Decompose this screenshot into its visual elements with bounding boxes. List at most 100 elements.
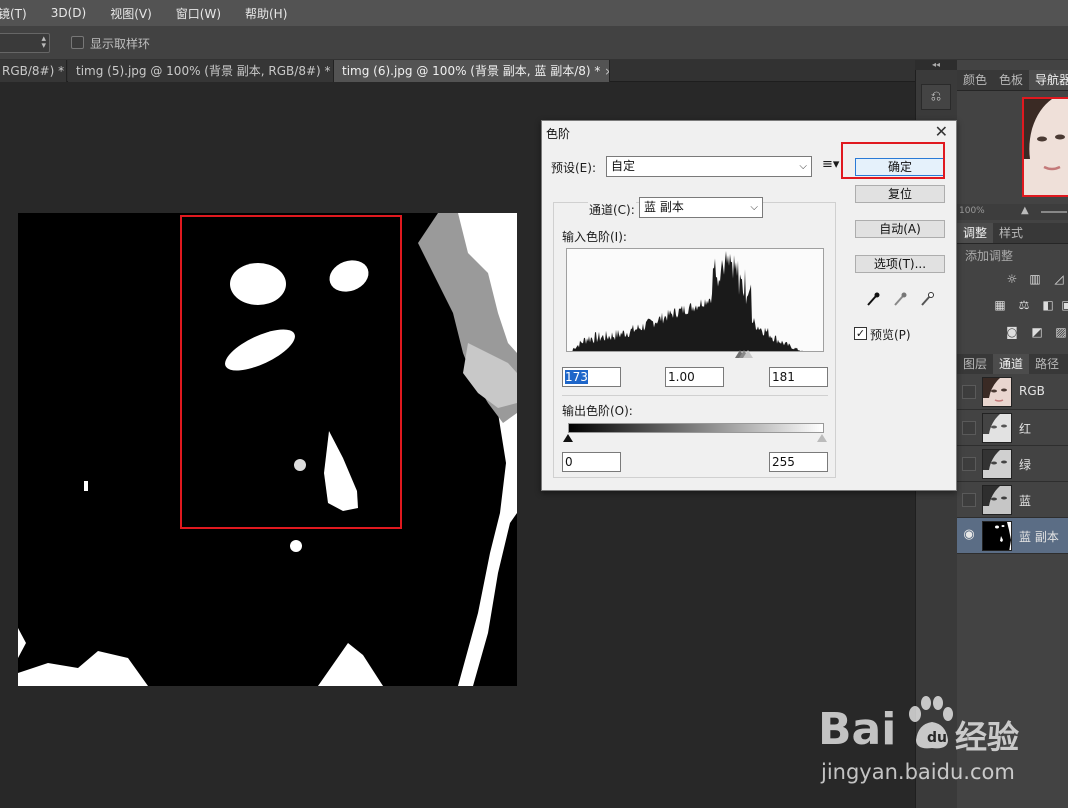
channel-thumbnail-blue-copy: [982, 521, 1012, 551]
sample-size-select[interactable]: ▴ ▾: [0, 33, 50, 53]
tab-document-3-active[interactable]: timg (6).jpg @ 100% (背景 副本, 蓝 副本/8) *×: [334, 60, 610, 82]
menu-bar: 镜(T) 3D(D) 视图(V) 窗口(W) 帮助(H): [0, 0, 1068, 26]
zoom-slider[interactable]: [1041, 211, 1067, 213]
visibility-toggle[interactable]: [962, 421, 976, 435]
photo-filter-icon[interactable]: ▣: [1060, 298, 1068, 312]
channel-name: 蓝: [1019, 494, 1032, 508]
tab-channels[interactable]: 通道: [993, 354, 1030, 374]
eye-icon[interactable]: ◉: [962, 528, 976, 543]
input-white-value: 181: [772, 370, 795, 384]
menu-3d[interactable]: 3D(D): [39, 6, 98, 20]
black-point-eyedropper-icon[interactable]: [865, 291, 881, 307]
tab-label: timg (6).jpg @ 100% (背景 副本, 蓝 副本/8) *: [342, 64, 601, 78]
divider: [562, 395, 828, 396]
output-white-slider[interactable]: [817, 434, 827, 442]
input-white-field[interactable]: 181: [769, 367, 828, 387]
output-white-value: 255: [772, 455, 795, 469]
channel-value: 蓝 副本: [644, 200, 684, 214]
zoom-value: 100%: [959, 206, 985, 216]
levels-icon[interactable]: ▥: [1028, 272, 1042, 286]
tab-label: timg (5).jpg @ 100% (背景 副本, RGB/8#) *: [76, 64, 331, 78]
menu-filter[interactable]: 镜(T): [0, 5, 39, 22]
preview-checkbox[interactable]: ✓: [854, 327, 867, 340]
chevron-down-icon: ⌵: [750, 202, 758, 213]
input-gamma-value: 1.00: [668, 370, 695, 384]
preset-value: 自定: [611, 159, 636, 173]
channel-thumbnail-green: [982, 449, 1012, 479]
tab-adjustments[interactable]: 调整: [957, 223, 994, 243]
preset-label: 预设(E):: [551, 161, 596, 175]
document-tab-bar: RGB/8#) *× timg (5).jpg @ 100% (背景 副本, R…: [0, 60, 915, 82]
channel-name: 红: [1019, 422, 1032, 436]
menu-window[interactable]: 窗口(W): [164, 5, 233, 22]
output-gradient-bar: [568, 423, 824, 433]
gradient-map-icon[interactable]: ▨: [1054, 325, 1068, 339]
reset-button[interactable]: 复位: [855, 185, 945, 203]
add-adjustment-label: 添加调整: [965, 249, 1014, 263]
auto-button[interactable]: 自动(A): [855, 220, 945, 238]
navigator-panel-tabs: 颜色 色板 导航器: [957, 70, 1068, 91]
channel-row-green[interactable]: 绿: [957, 446, 1068, 482]
tab-label: RGB/8#) *: [2, 64, 65, 78]
options-button[interactable]: 选项(T)...: [855, 255, 945, 273]
exposure-icon[interactable]: ▦: [993, 298, 1007, 312]
invert-icon[interactable]: ◙: [1005, 325, 1019, 339]
white-point-eyedropper-icon[interactable]: [919, 291, 935, 307]
histogram-graph: [572, 251, 803, 351]
channel-select[interactable]: 蓝 副本 ⌵: [639, 197, 763, 218]
brightness-contrast-icon[interactable]: ☼: [1005, 272, 1019, 286]
gray-point-eyedropper-icon[interactable]: [892, 291, 908, 307]
output-black-value: 0: [565, 455, 573, 469]
output-levels-label: 输出色阶(O):: [562, 404, 633, 418]
input-black-field[interactable]: 173: [562, 367, 621, 387]
tab-paths[interactable]: 路径: [1029, 354, 1065, 374]
output-black-slider[interactable]: [563, 434, 573, 442]
output-black-field[interactable]: 0: [562, 452, 621, 472]
output-white-field[interactable]: 255: [769, 452, 828, 472]
face-thumbnail-image: [1024, 99, 1068, 195]
menu-view[interactable]: 视图(V): [98, 5, 164, 22]
channel-row-blue-copy[interactable]: ◉ 蓝 副本: [957, 518, 1068, 554]
preset-options-icon[interactable]: ≡▾: [822, 157, 839, 172]
channel-row-blue[interactable]: 蓝: [957, 482, 1068, 518]
curves-icon[interactable]: ◿: [1052, 272, 1066, 286]
tab-layers[interactable]: 图层: [957, 354, 993, 374]
tab-navigator[interactable]: 导航器: [1029, 70, 1068, 90]
channel-row-red[interactable]: 红: [957, 410, 1068, 446]
channel-row-rgb[interactable]: RGB: [957, 374, 1068, 410]
navigator-zoom-row: 100% ▲: [957, 204, 1068, 220]
adjustments-panel-tabs: 调整 样式: [957, 223, 1068, 244]
close-icon[interactable]: ×: [604, 65, 609, 78]
visibility-toggle[interactable]: [962, 457, 976, 471]
close-icon[interactable]: ✕: [935, 122, 948, 141]
tab-styles[interactable]: 样式: [993, 223, 1029, 243]
preview-label: 预览(P): [870, 328, 911, 342]
tab-swatches[interactable]: 色板: [993, 70, 1029, 90]
visibility-toggle[interactable]: [962, 385, 976, 399]
collapse-panels-icon[interactable]: ◂◂: [915, 60, 957, 70]
channel-thumbnail-rgb: [982, 377, 1012, 407]
navigator-thumbnail[interactable]: [1022, 97, 1068, 197]
channel-thumbnail-red: [982, 413, 1012, 443]
menu-help[interactable]: 帮助(H): [233, 5, 299, 22]
red-thumbnail-icon: [983, 414, 1007, 434]
zoom-out-icon[interactable]: ▲: [1021, 205, 1029, 216]
input-white-slider[interactable]: [743, 350, 753, 358]
posterize-icon[interactable]: ◩: [1030, 325, 1044, 339]
preset-select[interactable]: 自定 ⌵: [606, 156, 812, 177]
visibility-toggle[interactable]: [962, 493, 976, 507]
balance-icon[interactable]: ⚖: [1017, 298, 1031, 312]
black-white-icon[interactable]: ◧: [1041, 298, 1055, 312]
layers-panel-tabs: 图层 通道 路径: [957, 354, 1068, 375]
show-sampling-ring-checkbox[interactable]: [71, 36, 84, 49]
histogram: [566, 248, 824, 352]
show-sampling-ring-label: 显示取样环: [90, 37, 151, 51]
history-panel-icon[interactable]: ⎌: [921, 84, 951, 110]
input-black-value: 173: [565, 370, 588, 384]
tab-color[interactable]: 颜色: [957, 70, 993, 90]
options-bar: ▴ ▾ 显示取样环: [0, 26, 1068, 60]
tab-document-2[interactable]: timg (5).jpg @ 100% (背景 副本, RGB/8#) *×: [68, 60, 334, 82]
input-gamma-field[interactable]: 1.00: [665, 367, 724, 387]
tab-document-1[interactable]: RGB/8#) *×: [0, 60, 67, 82]
channel-name: 蓝 副本: [1019, 530, 1059, 544]
